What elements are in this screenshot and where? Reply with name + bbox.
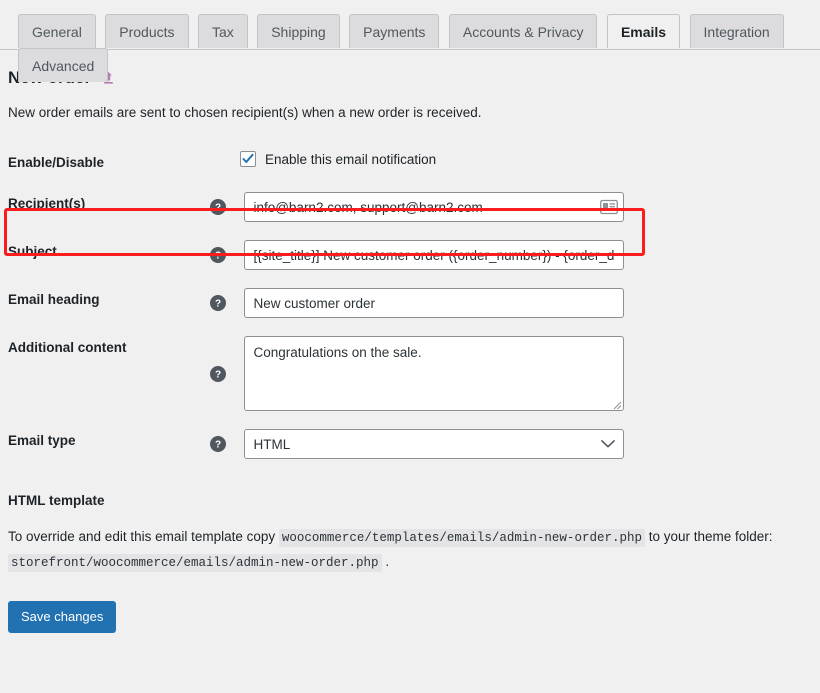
- contact-card-icon[interactable]: [600, 199, 618, 215]
- row-recipients: Recipient(s) ?: [8, 183, 820, 231]
- help-icon-additional-content[interactable]: ?: [210, 366, 226, 382]
- label-enable-disable: Enable/Disable: [8, 142, 210, 183]
- tab-shipping[interactable]: Shipping: [257, 14, 340, 48]
- svg-text:?: ?: [215, 251, 221, 262]
- html-template-title: HTML template: [8, 493, 820, 508]
- enable-email-checkbox-group[interactable]: Enable this email notification: [210, 151, 820, 167]
- svg-text:?: ?: [215, 299, 221, 310]
- email-type-select-wrap: HTML: [244, 429, 624, 459]
- label-email-type: Email type: [8, 420, 210, 468]
- enable-email-checkbox-label: Enable this email notification: [265, 152, 436, 167]
- row-subject: Subject ?: [8, 231, 820, 279]
- label-email-heading: Email heading: [8, 279, 210, 327]
- settings-content: New order New order emails are sent to c…: [0, 68, 820, 633]
- subject-input[interactable]: [244, 240, 624, 270]
- tab-emails[interactable]: Emails: [607, 14, 680, 48]
- template-text-middle: to your theme folder:: [645, 529, 773, 544]
- tab-products[interactable]: Products: [105, 14, 188, 48]
- help-icon-email-heading[interactable]: ?: [210, 295, 226, 311]
- page-title-row: New order: [8, 68, 820, 88]
- label-recipients: Recipient(s): [8, 183, 210, 231]
- tab-accounts-privacy[interactable]: Accounts & Privacy: [449, 14, 598, 48]
- save-changes-button[interactable]: Save changes: [8, 601, 116, 633]
- template-target-path: storefront/woocommerce/emails/admin-new-…: [8, 554, 382, 572]
- tab-payments[interactable]: Payments: [349, 14, 439, 48]
- template-text-before: To override and edit this email template…: [8, 529, 279, 544]
- help-icon-recipients[interactable]: ?: [210, 199, 226, 215]
- email-type-select[interactable]: HTML: [244, 429, 624, 459]
- email-settings-form: Enable/Disable Enable this email notific…: [8, 142, 820, 468]
- svg-text:?: ?: [215, 203, 221, 214]
- template-source-path: woocommerce/templates/emails/admin-new-o…: [279, 529, 645, 547]
- row-email-type: Email type ? HTML: [8, 420, 820, 468]
- page-description: New order emails are sent to chosen reci…: [8, 105, 820, 120]
- help-icon-subject[interactable]: ?: [210, 247, 226, 263]
- enable-email-checkbox[interactable]: [240, 151, 256, 167]
- tab-tax[interactable]: Tax: [198, 14, 248, 48]
- help-icon-email-type[interactable]: ?: [210, 436, 226, 452]
- row-enable-disable: Enable/Disable Enable this email notific…: [8, 142, 820, 183]
- email-heading-input[interactable]: [244, 288, 624, 318]
- label-additional-content: Additional content: [8, 327, 210, 420]
- recipients-input[interactable]: [244, 192, 624, 222]
- tab-integration[interactable]: Integration: [690, 14, 784, 48]
- recipients-input-wrap: [244, 192, 624, 222]
- tab-advanced[interactable]: Advanced: [18, 48, 108, 82]
- svg-text:?: ?: [215, 369, 221, 380]
- html-template-description: To override and edit this email template…: [8, 525, 808, 575]
- row-email-heading: Email heading ?: [8, 279, 820, 327]
- row-additional-content: Additional content ? Congratulations on …: [8, 327, 820, 420]
- additional-content-wrap: Congratulations on the sale.: [244, 336, 624, 411]
- settings-tab-bar: General Products Tax Shipping Payments A…: [0, 14, 820, 50]
- additional-content-textarea[interactable]: Congratulations on the sale.: [244, 336, 624, 411]
- tab-general[interactable]: General: [18, 14, 96, 48]
- label-subject: Subject: [8, 231, 210, 279]
- svg-text:?: ?: [215, 440, 221, 451]
- template-text-after: .: [382, 554, 390, 569]
